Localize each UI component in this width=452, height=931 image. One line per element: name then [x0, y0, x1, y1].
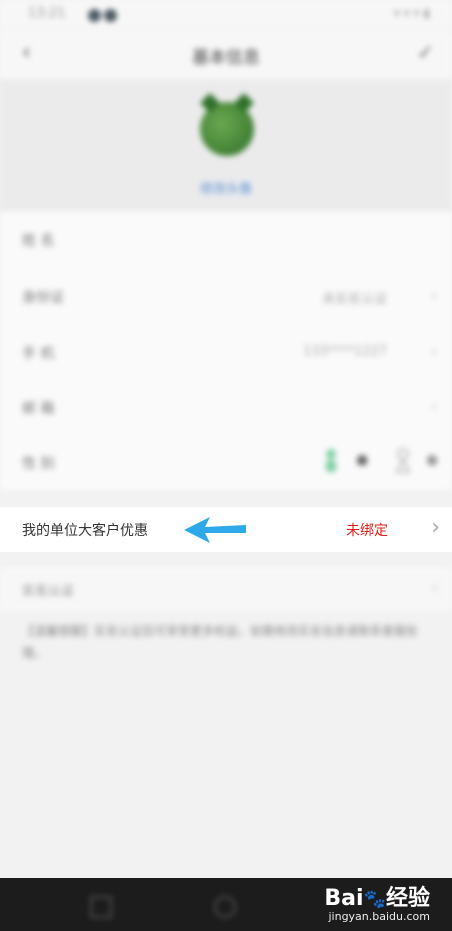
form-row-gender[interactable]: 性 别 ● ●	[0, 435, 452, 490]
row-label: 姓 名	[22, 233, 55, 249]
notice-text: 【温馨提醒】实名认证后可享受更多权益，如需修改实名信息请联系客服处理。	[22, 624, 419, 660]
top-nav: ‹ 基本信息 ✓	[0, 30, 452, 80]
promo-label: 我的单位大客户优惠	[22, 523, 148, 539]
form-row-phone[interactable]: 手 机 133****1227 ›	[0, 325, 452, 380]
radio-icon[interactable]: ●	[426, 452, 438, 468]
male-icon[interactable]	[322, 447, 340, 473]
status-time: 13:21	[28, 6, 66, 21]
avatar-section: 修改头像	[0, 80, 452, 212]
form-row-email[interactable]: 邮 箱 ›	[0, 380, 452, 435]
menu-button[interactable]	[90, 896, 112, 918]
row-label: 邮 箱	[22, 401, 55, 417]
watermark: Bai🐾经验 jingyan.baidu.com	[324, 880, 430, 923]
form-row-name[interactable]: 姓 名	[0, 212, 452, 267]
profile-form: 姓 名 身份证 未实名认证 › 手 机 133****1227 › 邮 箱 › …	[0, 212, 452, 490]
arrow-left-icon	[184, 517, 246, 543]
row-label: 身份证	[22, 290, 64, 306]
chevron-right-icon: ›	[430, 396, 438, 417]
page-title: 基本信息	[192, 48, 260, 68]
watermark-brand-cn: 经验	[385, 886, 430, 911]
paw-icon: 🐾	[363, 889, 386, 910]
row-value: 133****1227	[303, 344, 387, 359]
chevron-right-icon: ›	[431, 515, 440, 540]
watermark-brand: Bai	[324, 886, 364, 911]
radio-selected-icon[interactable]: ●	[356, 452, 368, 468]
check-icon[interactable]: ✓	[417, 40, 434, 64]
home-button[interactable]	[214, 896, 236, 918]
watermark-url: jingyan.baidu.com	[328, 910, 430, 923]
verify-row[interactable]: 实名认证 ›	[0, 567, 452, 611]
chevron-right-icon: ›	[430, 285, 438, 306]
status-icons: ▾ ▾ ▾ ▮	[393, 6, 430, 20]
row-label: 性 别	[22, 456, 55, 472]
row-value: 未实名认证	[321, 292, 387, 307]
row-label: 手 机	[22, 346, 55, 362]
change-avatar-link[interactable]: 修改头像	[0, 178, 452, 197]
status-badge: 未绑定	[346, 523, 388, 539]
form-row-id[interactable]: 身份证 未实名认证 ›	[0, 269, 452, 324]
chevron-right-icon: ›	[430, 577, 438, 598]
female-icon[interactable]	[394, 447, 412, 473]
status-bar: 13:21 ▾ ▾ ▾ ▮	[0, 0, 452, 30]
verify-label: 实名认证	[22, 584, 75, 599]
chevron-right-icon: ›	[430, 341, 438, 362]
status-notification-icons	[88, 7, 120, 26]
